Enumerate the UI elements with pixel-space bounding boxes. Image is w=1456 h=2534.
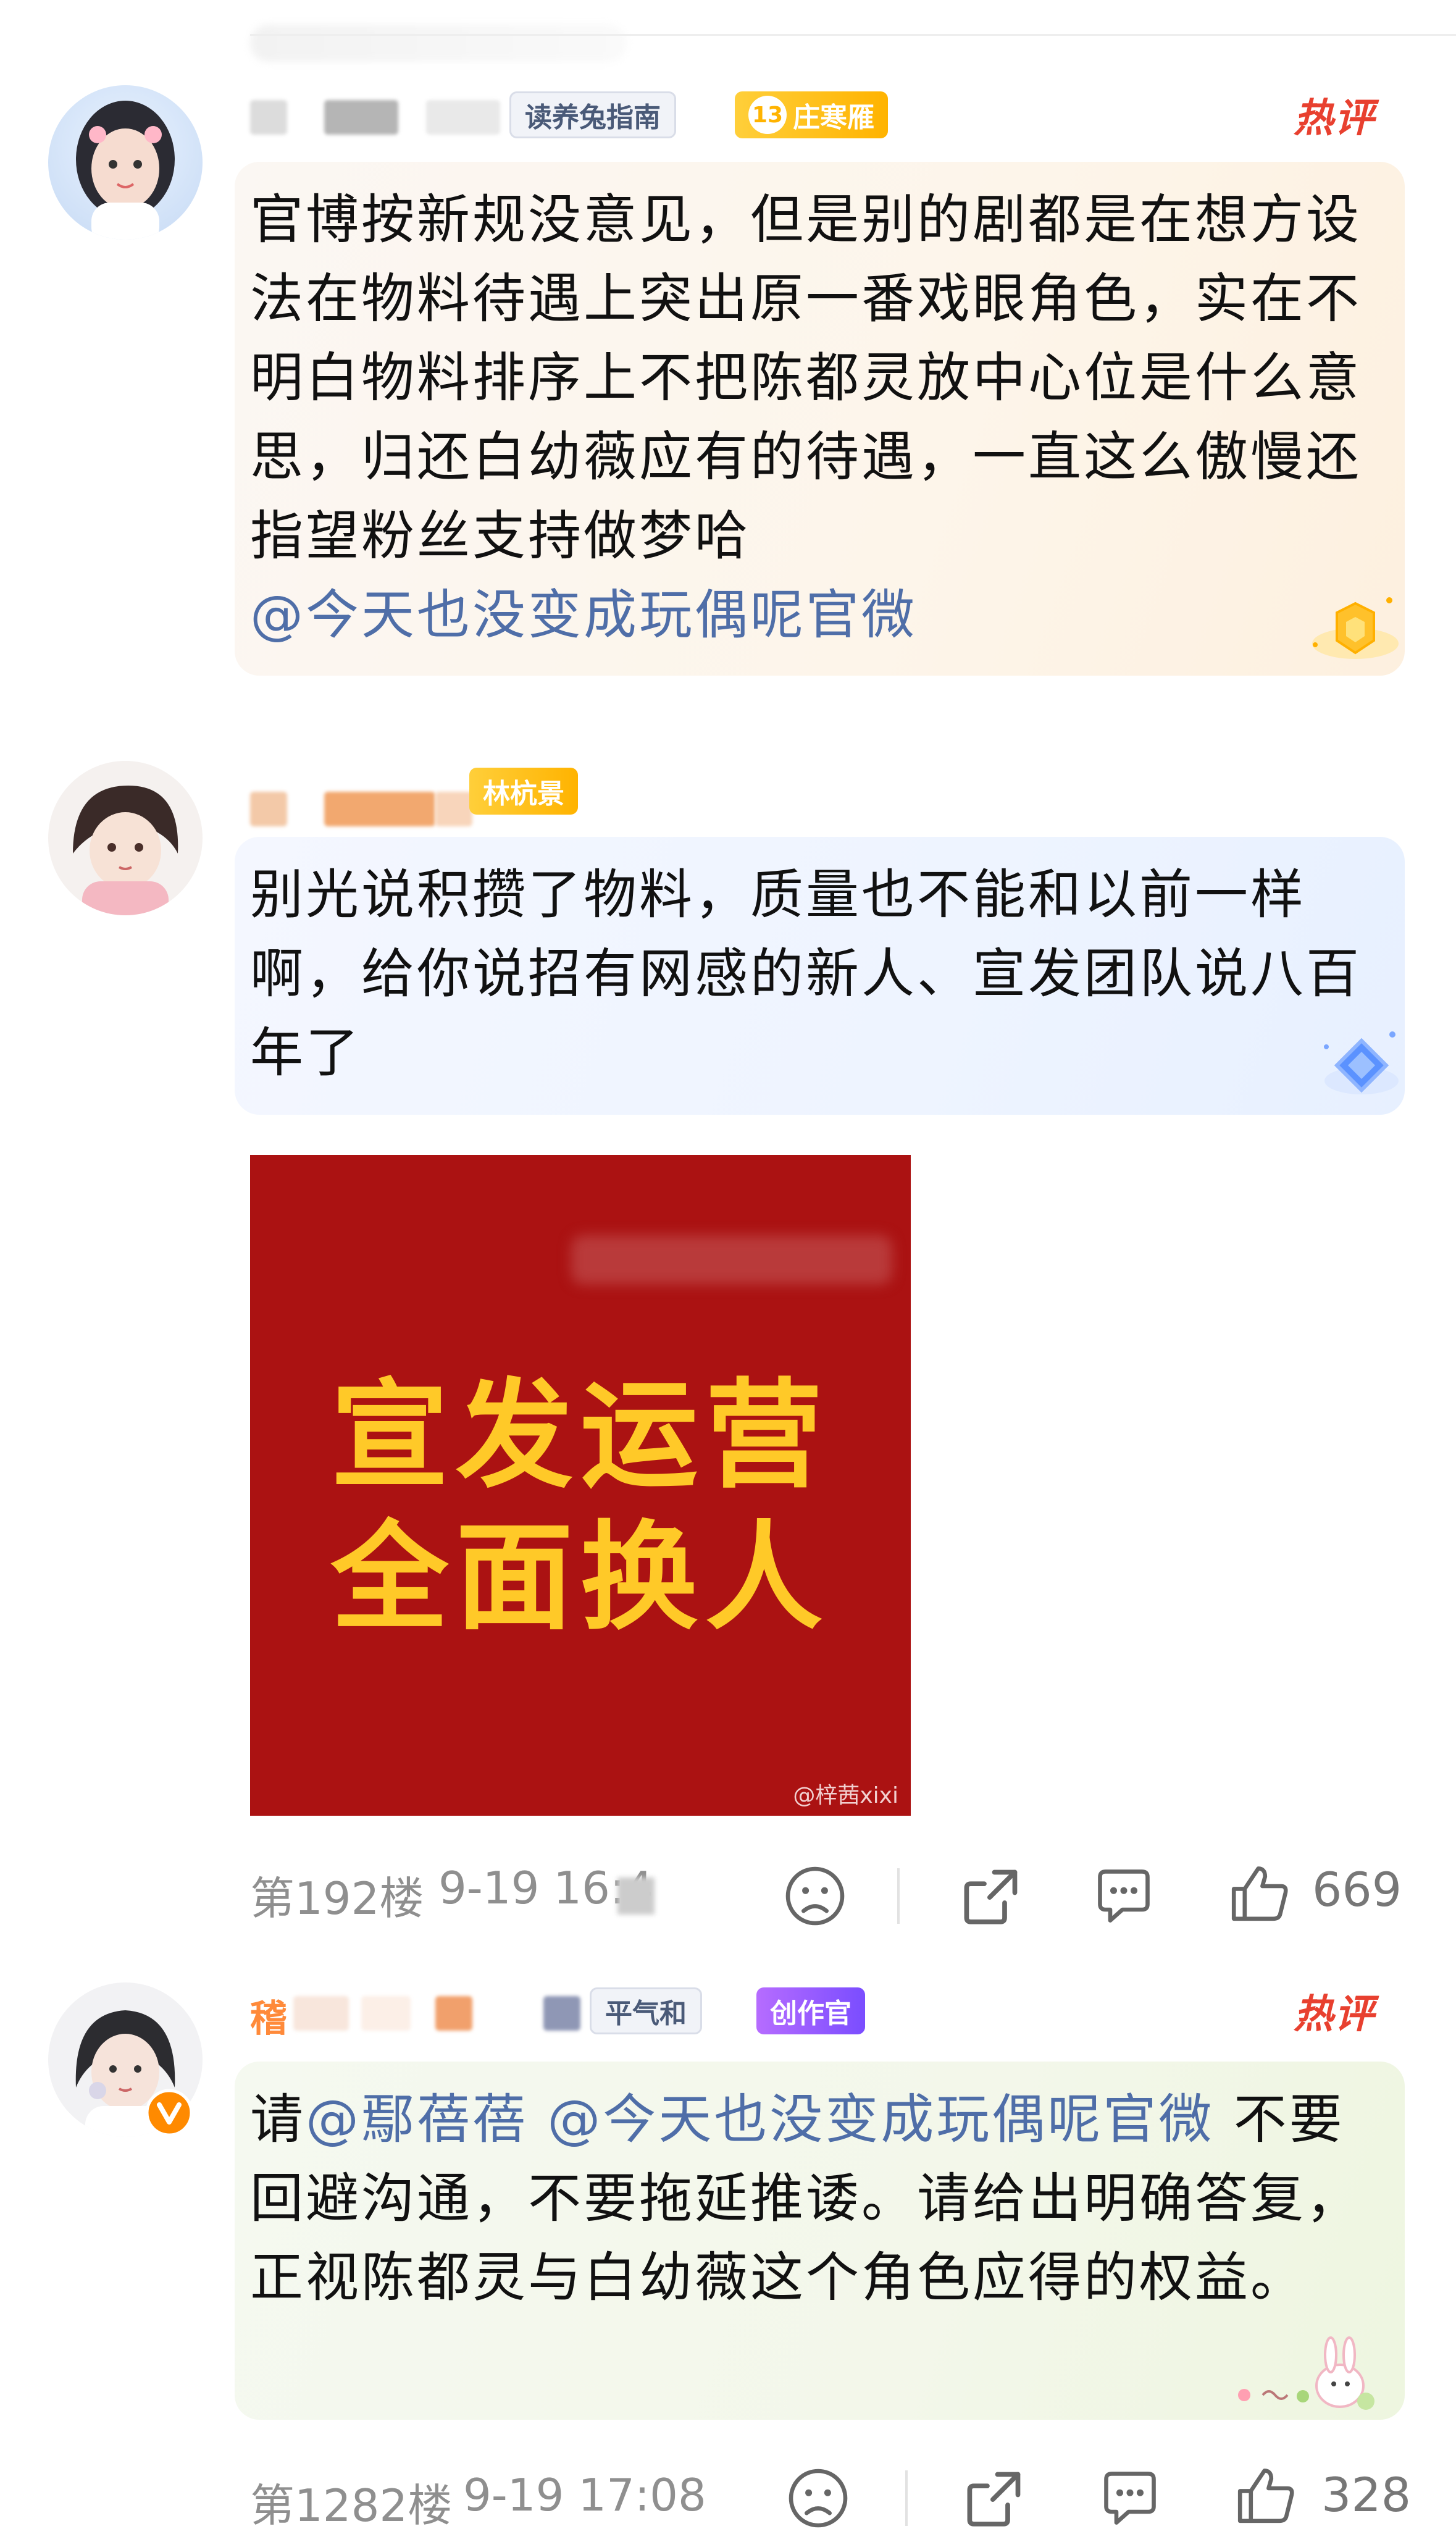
member-badge-label: 庄寒雁	[793, 102, 874, 133]
crown-badge-icon	[1312, 597, 1399, 659]
divider	[897, 1868, 900, 1924]
like-count: 328	[1321, 2467, 1412, 2522]
username-blurred[interactable]	[293, 1996, 349, 2031]
comment-text: 别光说积攒了物料，质量也不能和以前一样啊，给你说招有网感的新人、宣发团队说八百年…	[250, 864, 1362, 1084]
bunny-sticker-icon	[1238, 2336, 1374, 2410]
floor-number: 第192楼	[250, 1873, 424, 1924]
comment-bubble[interactable]: 别光说积攒了物料，质量也不能和以前一样啊，给你说招有网感的新人、宣发团队说八百年…	[235, 837, 1405, 1115]
comment-icon[interactable]	[1090, 1862, 1158, 1930]
fan-badge-label: 平气和	[605, 1998, 687, 2029]
fan-badge[interactable]: 平气和	[590, 1987, 702, 2034]
comment-text-body: 官博按新规没意见，但是别的剧都是在想方设法在物料待遇上突出原一番戏眼角色，实在不…	[250, 189, 1362, 567]
image-text-line2: 全面换人	[330, 1508, 830, 1646]
comment-bubble[interactable]: 官博按新规没意见，但是别的剧都是在想方设法在物料待遇上突出原一番戏眼角色，实在不…	[235, 162, 1405, 676]
share-icon[interactable]	[960, 2464, 1028, 2532]
top-divider	[250, 34, 1456, 36]
avatar[interactable]	[48, 761, 203, 915]
username-blurred[interactable]	[543, 1996, 580, 2031]
username-blurred[interactable]	[435, 792, 472, 826]
creator-badge[interactable]: 创作官	[756, 1987, 865, 2034]
username-blurred[interactable]	[250, 100, 287, 135]
comment-text-body	[528, 2089, 547, 2150]
floor-number: 第1282楼	[250, 2480, 453, 2532]
username-blurred[interactable]	[361, 1996, 411, 2031]
like-count: 669	[1312, 1862, 1402, 1917]
hot-comment-label: 热评	[1294, 96, 1375, 141]
blurred-location	[617, 1877, 655, 1915]
level-number: 13	[748, 96, 787, 134]
sad-face-icon[interactable]	[784, 2464, 852, 2532]
diamond-badge-icon	[1324, 1031, 1399, 1094]
comment-text: 官博按新规没意见，但是别的剧都是在想方设法在物料待遇上突出原一番戏眼角色，实在不…	[250, 180, 1362, 655]
username-fragment[interactable]: 稽	[250, 1989, 287, 2042]
avatar[interactable]	[48, 85, 203, 240]
mention-link[interactable]: @今天也没变成玩偶呢官微	[250, 584, 917, 646]
comment-bubble[interactable]: 请@鄢蓓蓓 @今天也没变成玩偶呢官微 不要回避沟通，不要拖延推诿。请给出明确答复…	[235, 2062, 1405, 2420]
sad-face-icon[interactable]	[781, 1862, 849, 1930]
username-blurred[interactable]	[426, 100, 500, 135]
mention-link[interactable]: @鄢蓓蓓	[306, 2089, 528, 2150]
attached-image[interactable]: 宣发运营 全面换人 @梓茜xixi	[250, 1155, 911, 1816]
divider	[905, 2470, 908, 2526]
fan-badge-label: 读养兔指南	[525, 102, 661, 133]
member-badge-label: 林杭景	[483, 778, 564, 810]
comment-text-body: 请	[250, 2089, 306, 2150]
verified-v-icon	[145, 2089, 193, 2137]
blurred-header-strip	[250, 25, 627, 62]
username-blurred[interactable]	[250, 792, 287, 826]
username-blurred[interactable]	[324, 100, 398, 135]
comment-text: 请@鄢蓓蓓 @今天也没变成玩偶呢官微 不要回避沟通，不要拖延推诿。请给出明确答复…	[250, 2080, 1380, 2317]
member-badge[interactable]: 林杭景	[469, 768, 578, 815]
image-watermark: @梓茜xixi	[793, 1783, 898, 1808]
username-blurred[interactable]	[324, 792, 435, 826]
username-blurred[interactable]	[435, 1996, 472, 2031]
comment-icon[interactable]	[1096, 2464, 1164, 2532]
like-icon[interactable]	[1226, 1859, 1294, 1927]
fan-badge[interactable]: 读养兔指南	[509, 91, 676, 138]
like-icon[interactable]	[1232, 2461, 1300, 2529]
member-badge[interactable]: 13 庄寒雁	[735, 91, 888, 138]
timestamp: 9-19 17:08	[463, 2469, 706, 2521]
share-icon[interactable]	[957, 1862, 1025, 1930]
creator-badge-label: 创作官	[770, 1998, 851, 2029]
blurred-watermark	[571, 1235, 892, 1285]
mention-link[interactable]: @今天也没变成玩偶呢官微	[547, 2089, 1214, 2150]
hot-comment-label: 热评	[1294, 1992, 1375, 2037]
